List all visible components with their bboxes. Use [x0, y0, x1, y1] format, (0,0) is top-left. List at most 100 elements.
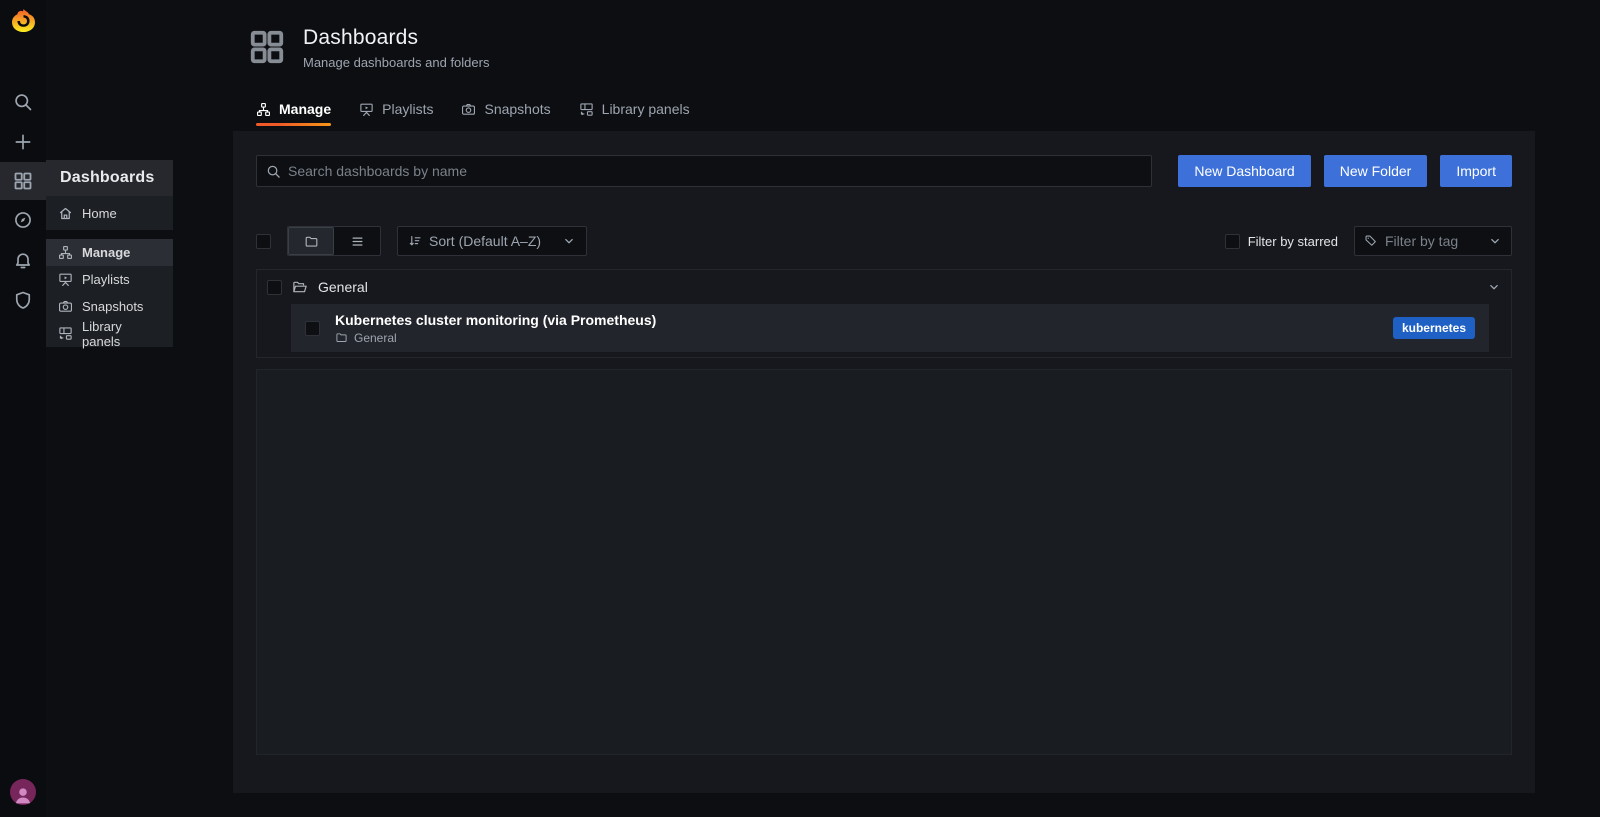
avatar-person-icon [13, 785, 33, 805]
flyout-header[interactable]: Dashboards [46, 160, 173, 196]
dashboards-flyout-menu: Dashboards Home Manage Playlists [46, 160, 173, 347]
dashboard-folder: General [335, 331, 656, 345]
actions-row: Sort (Default A–Z) Filter by starred Fil… [256, 226, 1512, 256]
search-input[interactable] [288, 163, 1142, 179]
chevron-down-icon [562, 234, 576, 248]
chevron-down-icon [1488, 234, 1502, 248]
sidebar-item-dashboards[interactable] [0, 162, 46, 200]
dashboard-search[interactable] [256, 155, 1152, 187]
starred-label: Filter by starred [1248, 234, 1338, 249]
folder-checkbox[interactable] [267, 280, 282, 295]
list-view-button[interactable] [334, 227, 380, 255]
grafana-logo-icon [10, 7, 37, 34]
page-header: Dashboards Manage dashboards and folders [248, 26, 489, 70]
home-icon [58, 206, 73, 221]
flyout-item-label: Snapshots [82, 299, 143, 314]
presentation-icon [359, 102, 374, 117]
flyout-item-manage[interactable]: Manage [46, 239, 173, 266]
page-tabs: Manage Playlists Snapshots Library panel… [256, 101, 690, 126]
flyout-divider [46, 230, 173, 239]
right-filters: Filter by starred Filter by tag [1225, 226, 1512, 256]
flyout-item-library-panels[interactable]: Library panels [46, 320, 173, 347]
sort-amount-icon [408, 234, 422, 248]
search-row: New Dashboard New Folder Import [256, 155, 1512, 187]
flyout-item-label: Home [82, 206, 117, 221]
folder-view-button[interactable] [288, 227, 334, 255]
tab-label: Playlists [382, 101, 433, 117]
sidebar-icon-list [0, 82, 46, 320]
bell-icon [13, 250, 33, 270]
tag-icon [1364, 234, 1378, 248]
library-panel-icon [58, 326, 73, 341]
shield-icon [13, 290, 33, 310]
flyout-item-playlists[interactable]: Playlists [46, 266, 173, 293]
page-header-text: Dashboards Manage dashboards and folders [303, 26, 489, 70]
folder-icon [304, 234, 319, 249]
tab-label: Snapshots [484, 101, 550, 117]
flyout-item-label: Playlists [82, 272, 130, 287]
folder-open-icon [292, 279, 308, 295]
sidebar-item-create[interactable] [0, 122, 46, 162]
grafana-logo[interactable] [0, 0, 46, 40]
compass-icon [13, 210, 33, 230]
flyout-item-label: Library panels [82, 319, 161, 349]
chevron-down-icon[interactable] [1487, 280, 1501, 294]
starred-checkbox[interactable] [1225, 234, 1240, 249]
list-icon [350, 234, 365, 249]
folder-name: General [318, 279, 368, 295]
tab-playlists[interactable]: Playlists [359, 101, 433, 126]
flyout-group-manage: Manage Playlists Snapshots Library panel… [46, 239, 173, 347]
tab-manage[interactable]: Manage [256, 101, 331, 126]
tab-library-panels[interactable]: Library panels [579, 101, 690, 126]
view-toggle-group [287, 226, 381, 256]
user-avatar[interactable] [10, 779, 36, 805]
filter-by-starred[interactable]: Filter by starred [1225, 234, 1338, 249]
new-dashboard-button[interactable]: New Dashboard [1178, 155, 1310, 187]
tab-snapshots[interactable]: Snapshots [461, 101, 550, 126]
sort-label: Sort (Default A–Z) [429, 233, 541, 249]
sort-dropdown[interactable]: Sort (Default A–Z) [397, 226, 587, 256]
import-button[interactable]: Import [1440, 155, 1512, 187]
library-panel-icon [579, 102, 594, 117]
dashboards-grid-icon [13, 171, 33, 191]
dashboard-list-item[interactable]: Kubernetes cluster monitoring (via Prome… [291, 304, 1489, 352]
flyout-item-snapshots[interactable]: Snapshots [46, 293, 173, 320]
flyout-title: Dashboards [60, 169, 154, 187]
manage-dashboards-panel: New Dashboard New Folder Import [233, 131, 1535, 793]
plus-icon [13, 132, 33, 152]
dashboard-info: Kubernetes cluster monitoring (via Prome… [335, 312, 656, 345]
presentation-icon [58, 272, 73, 287]
flyout-item-label: Manage [82, 245, 130, 260]
select-all-checkbox[interactable] [256, 234, 271, 249]
sitemap-icon [256, 102, 271, 117]
search-icon [266, 164, 281, 179]
page-title: Dashboards [303, 26, 489, 50]
sitemap-icon [58, 245, 73, 260]
dashboard-checkbox[interactable] [305, 321, 320, 336]
filter-by-tag-dropdown[interactable]: Filter by tag [1354, 226, 1512, 256]
folder-section-general: General Kubernetes cluster monitoring (v… [256, 269, 1512, 358]
nav-sidebar [0, 0, 46, 817]
folder-icon [335, 331, 348, 344]
dashboard-title[interactable]: Kubernetes cluster monitoring (via Prome… [335, 312, 656, 328]
page-subtitle: Manage dashboards and folders [303, 55, 489, 70]
sidebar-bottom [10, 779, 36, 805]
new-folder-button[interactable]: New Folder [1324, 155, 1428, 187]
empty-results-area [256, 369, 1512, 755]
tag-filter-placeholder: Filter by tag [1385, 233, 1481, 249]
flyout-group-top: Home [46, 196, 173, 230]
camera-icon [461, 102, 476, 117]
flyout-item-home[interactable]: Home [46, 196, 173, 230]
folder-section-header[interactable]: General [257, 270, 1511, 304]
sidebar-item-explore[interactable] [0, 200, 46, 240]
tab-label: Library panels [602, 101, 690, 117]
tab-label: Manage [279, 101, 331, 117]
header-buttons: New Dashboard New Folder Import [1178, 155, 1512, 187]
dashboards-grid-icon [248, 28, 286, 66]
search-icon [13, 92, 33, 112]
dashboard-folder-label: General [354, 331, 397, 345]
sidebar-item-alerting[interactable] [0, 240, 46, 280]
sidebar-item-admin[interactable] [0, 280, 46, 320]
tag-badge-kubernetes[interactable]: kubernetes [1393, 317, 1475, 339]
sidebar-item-search[interactable] [0, 82, 46, 122]
